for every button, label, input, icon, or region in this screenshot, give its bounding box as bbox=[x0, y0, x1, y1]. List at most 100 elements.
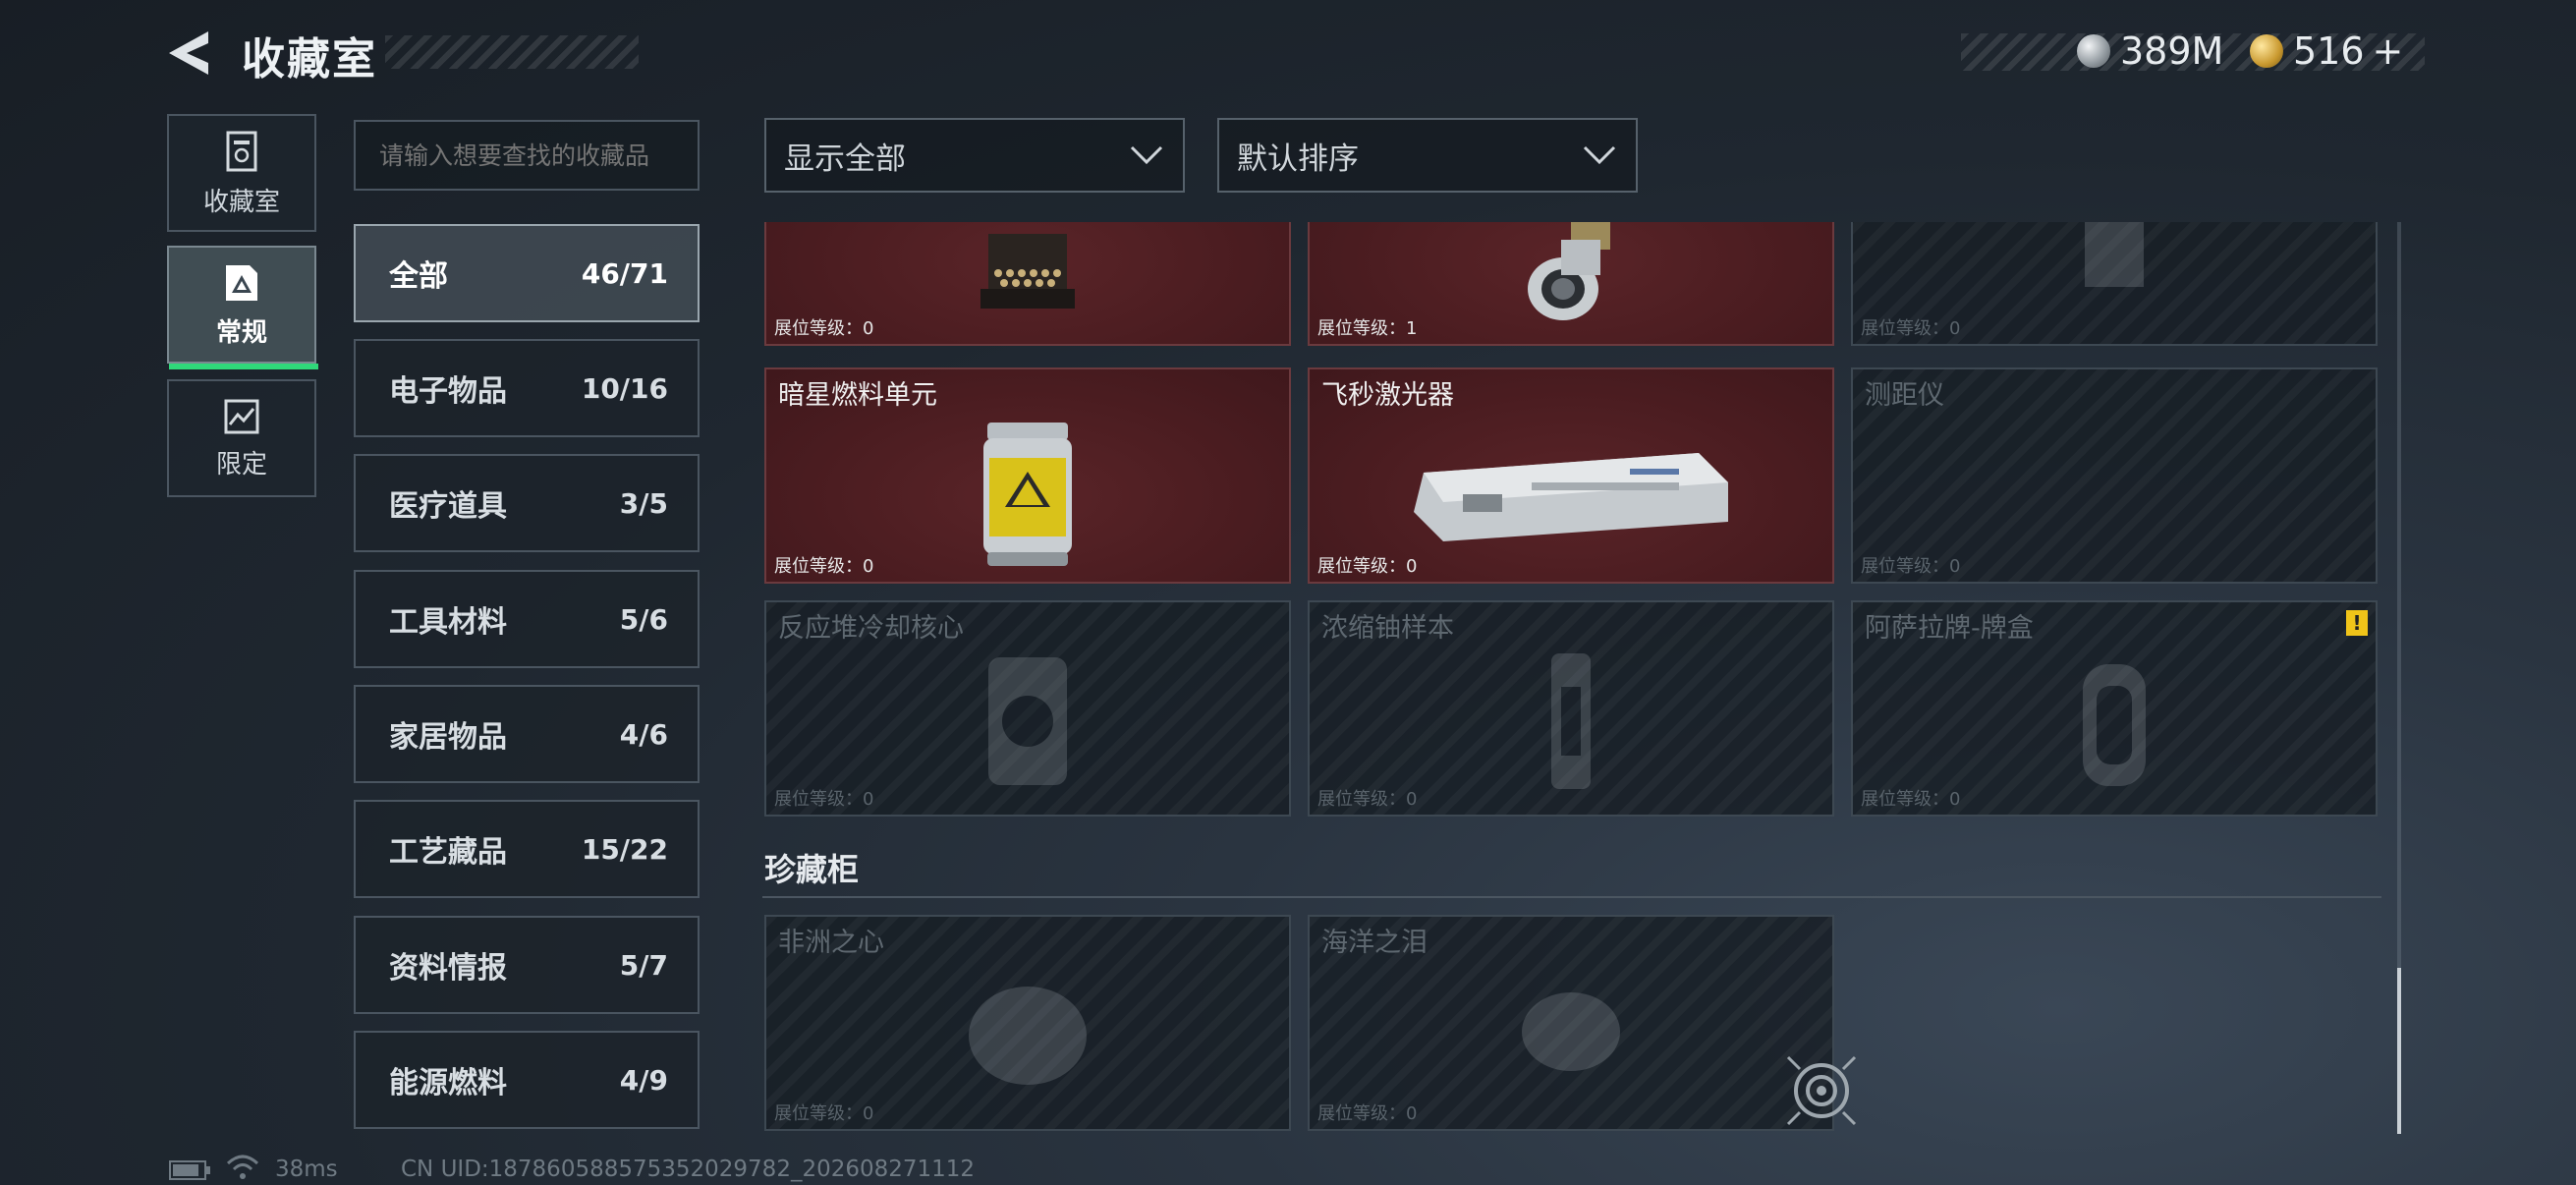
document-icon bbox=[226, 264, 257, 301]
tab-label: 常规 bbox=[215, 317, 267, 348]
tab-regular[interactable]: 常规 bbox=[167, 246, 318, 369]
category-name: 工艺藏品 bbox=[389, 835, 507, 870]
tab-limited[interactable]: 限定 bbox=[167, 379, 316, 497]
typewriter-icon bbox=[980, 233, 1075, 309]
fuel-canister-icon bbox=[983, 423, 1072, 567]
category-name: 医疗道具 bbox=[389, 489, 507, 524]
category-household[interactable]: 家居物品 4/6 bbox=[354, 685, 700, 783]
filter-dropdown[interactable]: 显示全部 bbox=[764, 118, 1185, 193]
treasure-card[interactable]: 非洲之心 展位等级：0 bbox=[764, 915, 1291, 1131]
display-level: 展位等级：0 bbox=[1317, 789, 1418, 810]
category-all[interactable]: 全部 46/71 bbox=[354, 224, 700, 322]
sort-dropdown[interactable]: 默认排序 bbox=[1217, 118, 1638, 193]
display-level: 展位等级：0 bbox=[1861, 789, 1961, 810]
collection-card[interactable]: 展位等级：0 bbox=[764, 222, 1291, 346]
warning-badge-icon: ! bbox=[2346, 610, 2368, 636]
collection-card[interactable]: 反应堆冷却核心 展位等级：0 bbox=[764, 600, 1291, 817]
category-count: 4/6 bbox=[619, 717, 668, 751]
display-level: 展位等级：1 bbox=[1317, 318, 1418, 339]
silver-amount: 389M bbox=[2120, 29, 2224, 73]
back-arrow-icon[interactable] bbox=[165, 28, 216, 79]
tab-label: 限定 bbox=[215, 449, 267, 480]
trash-can-icon bbox=[226, 131, 257, 171]
treasure-card[interactable]: 海洋之泪 展位等级：0 bbox=[1308, 915, 1834, 1131]
display-level: 展位等级：0 bbox=[774, 556, 874, 577]
ping-text: 38ms bbox=[275, 1157, 338, 1182]
lens-device-icon bbox=[1528, 222, 1610, 320]
category-name: 资料情报 bbox=[389, 951, 507, 986]
section-divider bbox=[762, 896, 2381, 898]
category-count: 4/9 bbox=[619, 1063, 668, 1097]
item-name: 阿萨拉牌-牌盒 bbox=[1865, 613, 2034, 644]
item-name: 海洋之泪 bbox=[1321, 928, 1428, 958]
display-level: 展位等级：0 bbox=[1861, 318, 1961, 339]
card-box-icon bbox=[2083, 664, 2146, 787]
category-name: 能源燃料 bbox=[389, 1066, 507, 1100]
gem-icon bbox=[1522, 991, 1620, 1071]
collection-card[interactable]: 测距仪 展位等级：0 bbox=[1851, 367, 2378, 584]
battery-icon bbox=[169, 1160, 210, 1180]
category-crafts[interactable]: 工艺藏品 15/22 bbox=[354, 800, 700, 898]
collection-card[interactable]: 阿萨拉牌-牌盒 ! 展位等级：0 bbox=[1851, 600, 2378, 817]
gold-amount: 516 bbox=[2293, 29, 2365, 73]
target-icon[interactable] bbox=[1784, 1053, 1859, 1128]
display-level: 展位等级：0 bbox=[1317, 556, 1418, 577]
gold-currency[interactable]: 516 + bbox=[2250, 29, 2403, 73]
scrollbar-thumb[interactable] bbox=[2397, 968, 2401, 1134]
wifi-icon bbox=[226, 1155, 259, 1179]
display-level: 展位等级：0 bbox=[774, 318, 874, 339]
display-level: 展位等级：0 bbox=[774, 789, 874, 810]
title-decoration bbox=[385, 35, 639, 69]
item-name: 飞秒激光器 bbox=[1321, 380, 1454, 411]
laser-device-icon bbox=[1414, 453, 1728, 542]
silver-currency: 389M bbox=[2077, 29, 2223, 73]
uid-text: CN UID:187860588575352029782_20260827111… bbox=[401, 1157, 976, 1182]
item-name: 测距仪 bbox=[1865, 380, 1944, 411]
map-icon bbox=[224, 399, 259, 433]
active-tab-indicator bbox=[169, 364, 318, 369]
display-level: 展位等级：0 bbox=[774, 1103, 874, 1124]
category-count: 10/16 bbox=[581, 371, 668, 405]
item-name: 非洲之心 bbox=[778, 928, 884, 958]
category-name: 工具材料 bbox=[389, 605, 507, 640]
gem-icon bbox=[969, 986, 1087, 1085]
search-input[interactable] bbox=[354, 120, 700, 191]
collection-card[interactable]: 浓缩铀样本 展位等级：0 bbox=[1308, 600, 1834, 817]
category-count: 46/71 bbox=[581, 256, 668, 290]
display-level: 展位等级：0 bbox=[1861, 556, 1961, 577]
sort-value: 默认排序 bbox=[1237, 141, 1359, 177]
display-level: 展位等级：0 bbox=[1317, 1103, 1418, 1124]
collection-grid: 展位等级：0 展位等级：1 展位等级：0 暗星燃料单元 展位等级：0 飞秒激光器 bbox=[762, 222, 2385, 1136]
section-title: 珍藏柜 bbox=[764, 851, 860, 888]
collection-card[interactable]: 飞秒激光器 展位等级：0 bbox=[1308, 367, 1834, 584]
reactor-core-icon bbox=[988, 656, 1067, 785]
page-title: 收藏室 bbox=[242, 34, 377, 85]
tab-collection-room[interactable]: 收藏室 bbox=[167, 114, 316, 232]
add-currency-button[interactable]: + bbox=[2373, 29, 2404, 73]
collection-card[interactable]: 暗星燃料单元 展位等级：0 bbox=[764, 367, 1291, 584]
collection-card[interactable]: 展位等级：0 bbox=[1851, 222, 2378, 346]
category-energy[interactable]: 能源燃料 4/9 bbox=[354, 1031, 700, 1129]
category-tools[interactable]: 工具材料 5/6 bbox=[354, 570, 700, 668]
chevron-down-icon bbox=[1130, 145, 1163, 165]
category-name: 电子物品 bbox=[389, 374, 507, 409]
tab-label: 收藏室 bbox=[202, 187, 280, 217]
gold-coin-icon bbox=[2250, 34, 2283, 68]
chevron-down-icon bbox=[1583, 145, 1616, 165]
category-electronics[interactable]: 电子物品 10/16 bbox=[354, 339, 700, 437]
item-name: 暗星燃料单元 bbox=[778, 380, 937, 411]
category-count: 15/22 bbox=[581, 832, 668, 866]
category-medical[interactable]: 医疗道具 3/5 bbox=[354, 454, 700, 552]
category-name: 家居物品 bbox=[389, 720, 507, 755]
item-name: 浓缩铀样本 bbox=[1321, 613, 1454, 644]
category-count: 3/5 bbox=[619, 486, 668, 520]
item-silhouette-icon bbox=[2085, 222, 2144, 287]
silver-coin-icon bbox=[2077, 34, 2110, 68]
category-count: 5/6 bbox=[619, 602, 668, 636]
category-name: 全部 bbox=[389, 259, 448, 294]
filter-value: 显示全部 bbox=[784, 141, 906, 177]
category-count: 5/7 bbox=[619, 948, 668, 982]
category-intel[interactable]: 资料情报 5/7 bbox=[354, 916, 700, 1014]
item-name: 反应堆冷却核心 bbox=[778, 613, 964, 644]
collection-card[interactable]: 展位等级：1 bbox=[1308, 222, 1834, 346]
